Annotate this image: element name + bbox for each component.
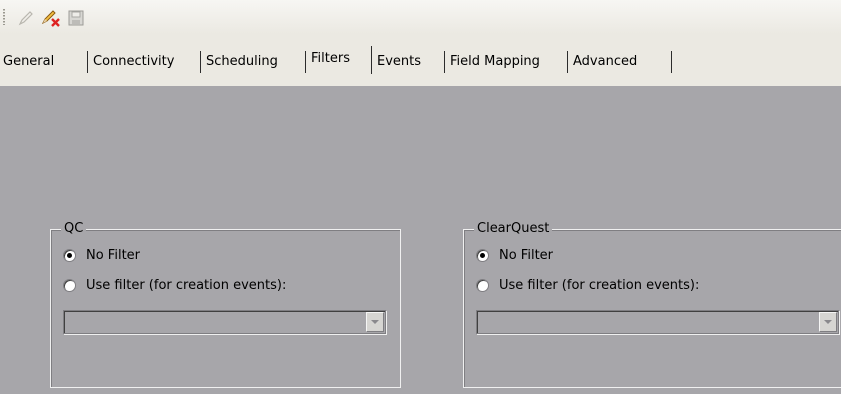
radio-label: No Filter: [499, 248, 554, 263]
tab-label: Field Mapping: [450, 54, 540, 69]
tab-label: Filters: [311, 51, 350, 66]
radio-button[interactable]: [63, 279, 76, 292]
tab-advanced[interactable]: Advanced: [568, 51, 672, 73]
radio-label: No Filter: [86, 248, 141, 263]
chevron-down-icon[interactable]: [366, 312, 384, 332]
radio-button[interactable]: [476, 249, 489, 262]
tab-scheduling[interactable]: Scheduling: [201, 51, 306, 73]
tab-label: Scheduling: [206, 54, 278, 69]
pencil-delete-icon: [40, 8, 60, 28]
tab-label: Advanced: [573, 54, 638, 69]
filters-panel: QC No Filter Use filter (for creation ev…: [0, 86, 841, 394]
edit-button[interactable]: [16, 8, 36, 28]
tab-label: Connectivity: [93, 54, 175, 69]
qc-group: QC No Filter Use filter (for creation ev…: [50, 220, 401, 388]
clearquest-group-title: ClearQuest: [474, 220, 553, 238]
radio-label: Use filter (for creation events):: [86, 278, 287, 293]
pencil-icon: [16, 8, 36, 28]
radio-label: Use filter (for creation events):: [499, 278, 700, 293]
clearquest-filter-combo[interactable]: [476, 310, 839, 334]
delete-mapping-button[interactable]: [40, 8, 60, 28]
tab-field-mapping[interactable]: Field Mapping: [445, 51, 568, 73]
save-icon: [66, 8, 86, 28]
tab-label: Events: [377, 54, 422, 69]
radio-button[interactable]: [476, 279, 489, 292]
tab-connectivity[interactable]: Connectivity: [88, 51, 201, 73]
tab-events[interactable]: Events: [372, 51, 445, 73]
qc-filter-combo[interactable]: [63, 310, 386, 334]
qc-group-title: QC: [61, 220, 87, 238]
radio-button[interactable]: [63, 249, 76, 262]
save-button[interactable]: [66, 8, 86, 28]
chevron-down-icon[interactable]: [819, 312, 837, 332]
tab-general[interactable]: General: [0, 51, 88, 73]
tab-label: General: [3, 54, 55, 69]
clearquest-group: ClearQuest No Filter Use filter (for cre…: [463, 220, 841, 388]
toolbar-grip[interactable]: [3, 9, 5, 25]
toolbar: [0, 0, 841, 35]
tab-filters[interactable]: Filters: [306, 46, 372, 74]
